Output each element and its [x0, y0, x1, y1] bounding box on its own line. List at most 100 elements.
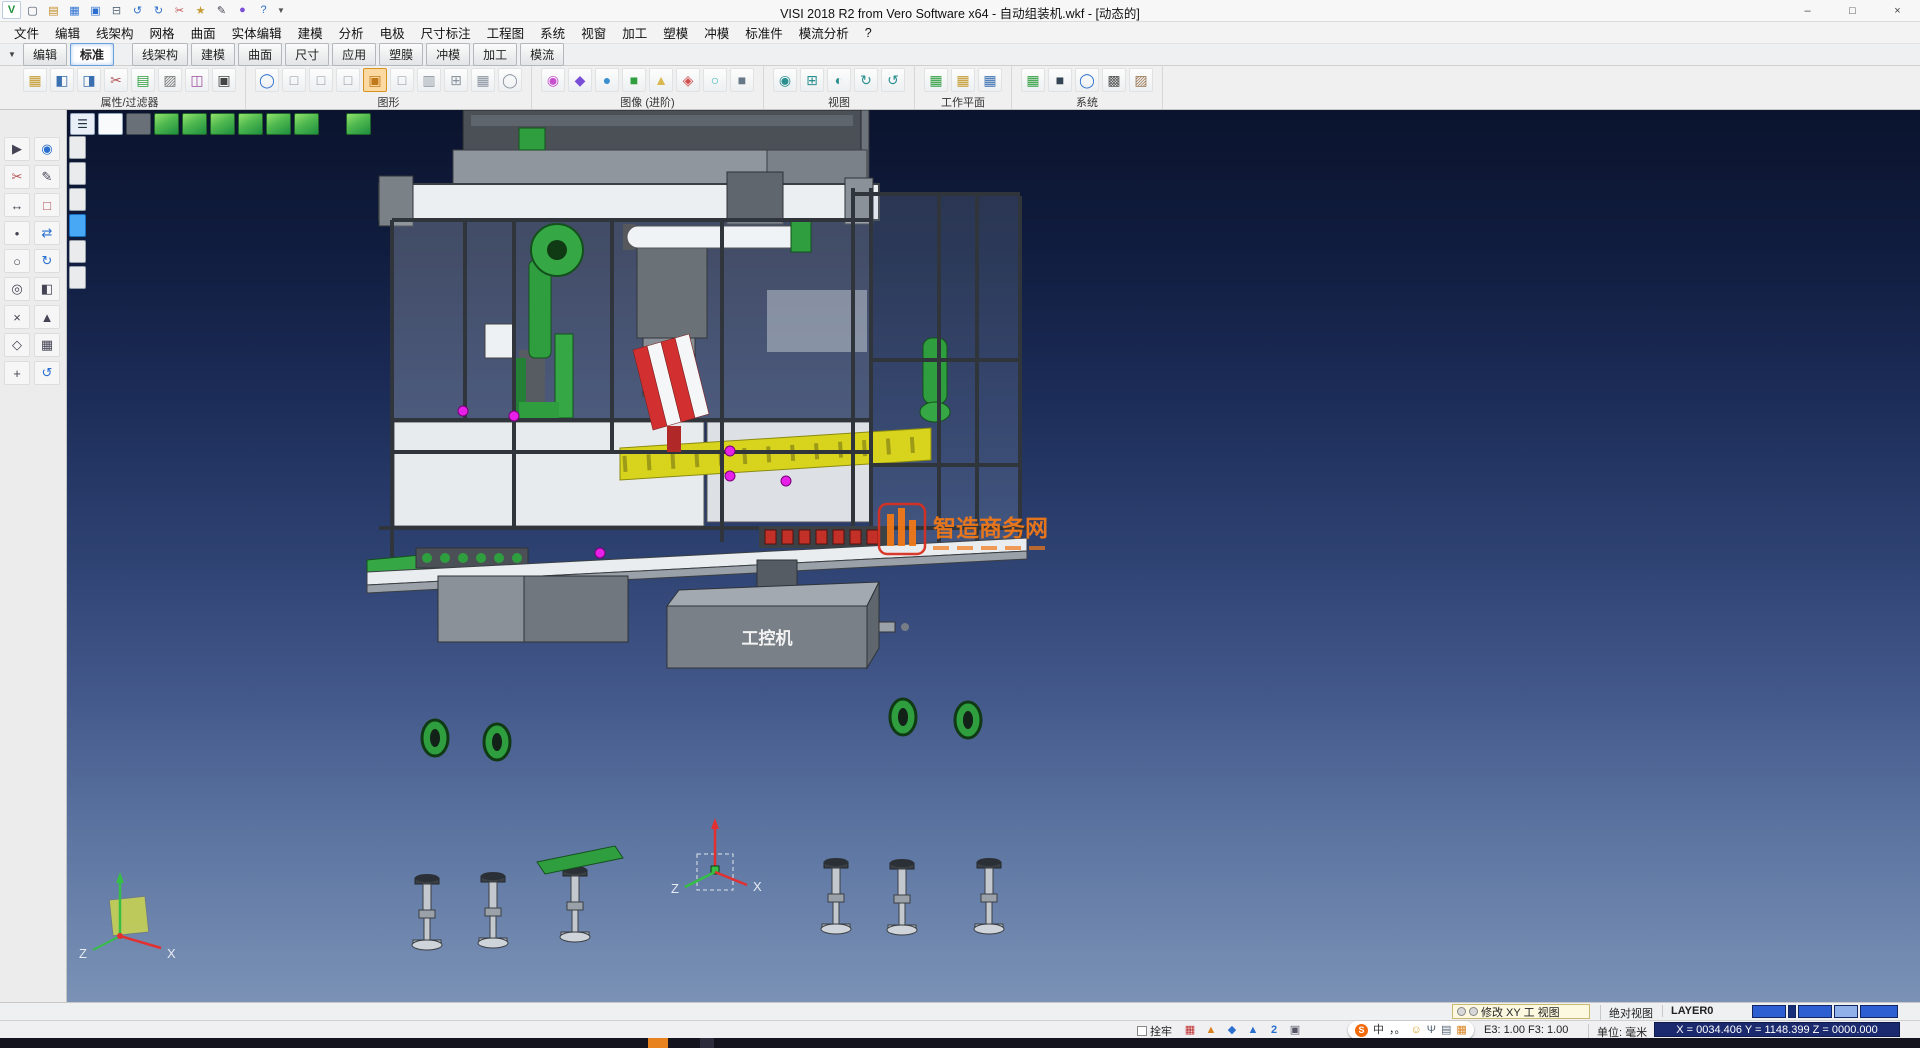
sogou-logo[interactable]: S — [1355, 1024, 1368, 1037]
move-icon[interactable]: ⇄ — [34, 221, 60, 245]
left-view-icon[interactable] — [238, 113, 263, 135]
workplane-xy-icon[interactable]: ▦ — [924, 68, 948, 92]
edge-tool-3[interactable] — [69, 214, 86, 237]
erase-icon[interactable]: □ — [34, 193, 60, 217]
shaded-box-icon[interactable] — [126, 113, 151, 135]
snap-center-icon[interactable]: ◎ — [4, 277, 30, 301]
restore-button[interactable]: □ — [1830, 0, 1875, 22]
tab-left-1[interactable]: 标准 — [70, 43, 114, 66]
menu-item-12[interactable]: 视窗 — [573, 20, 614, 45]
visibility-icon[interactable]: ▨ — [158, 68, 182, 92]
shaded-icon[interactable]: □ — [336, 68, 360, 92]
photo-render-icon[interactable]: ■ — [730, 68, 754, 92]
menu-item-4[interactable]: 曲面 — [183, 20, 224, 45]
filter-face-icon[interactable]: ◨ — [77, 68, 101, 92]
zoom-all-icon[interactable]: ◉ — [773, 68, 797, 92]
zoom-window-icon[interactable]: ◉ — [34, 137, 60, 161]
layer-name-label[interactable]: LAYER0 — [1662, 1005, 1713, 1017]
filter-wire-icon[interactable]: ◧ — [50, 68, 74, 92]
previous-view-icon[interactable]: ↺ — [881, 68, 905, 92]
help-icon[interactable]: ? — [254, 1, 273, 19]
ribbon-tab-4[interactable]: 应用 — [332, 43, 376, 66]
cad-model-canvas[interactable]: 工控机 智造商务网 — [67, 110, 1920, 1002]
open-file-icon[interactable]: ▤ — [44, 1, 63, 19]
menu-item-2[interactable]: 线架构 — [88, 20, 142, 45]
shadows-icon[interactable]: ■ — [622, 68, 646, 92]
menu-item-5[interactable]: 实体编辑 — [224, 20, 290, 45]
trim-entity-icon[interactable]: ✂ — [104, 68, 128, 92]
menu-item-6[interactable]: 建模 — [290, 20, 331, 45]
viewport-3d[interactable]: 工控机 智造商务网 — [67, 110, 1920, 1002]
record-icon[interactable]: ▦ — [1182, 1022, 1198, 1037]
transparency-icon[interactable]: ○ — [703, 68, 727, 92]
menu-item-8[interactable]: 电极 — [372, 20, 413, 45]
visi-logo[interactable]: V — [2, 1, 21, 19]
workplane-auto-icon[interactable]: ▦ — [951, 68, 975, 92]
favorites-icon[interactable]: ★ — [191, 1, 210, 19]
workplane-hint[interactable]: 修改 XY 工 视图 — [1452, 1004, 1590, 1019]
undo-icon[interactable]: ↺ — [128, 1, 147, 19]
save-all-icon[interactable]: ▣ — [86, 1, 105, 19]
new-file-icon[interactable]: ▢ — [23, 1, 42, 19]
menu-item-3[interactable]: 网格 — [142, 20, 183, 45]
attributes-icon[interactable]: ▦ — [23, 68, 47, 92]
menu-item-10[interactable]: 工程图 — [479, 20, 533, 45]
array-icon[interactable]: ▦ — [34, 333, 60, 357]
minimize-button[interactable]: – — [1785, 0, 1830, 22]
snap-settings-icon[interactable]: ▣ — [1287, 1022, 1303, 1037]
ime-smiley-icon[interactable]: ☺ — [1411, 1025, 1422, 1036]
ime-keyboard-icon[interactable]: ▤ — [1441, 1025, 1451, 1036]
ribbon-tab-0[interactable]: 线架构 — [132, 43, 188, 66]
menu-item-11[interactable]: 系统 — [532, 20, 573, 45]
edge-tool-0[interactable] — [69, 136, 86, 159]
redraw-icon[interactable]: ◯ — [498, 68, 522, 92]
zoom-window-icon[interactable]: ⊞ — [800, 68, 824, 92]
grid-icon[interactable]: ▦ — [1021, 68, 1045, 92]
edge-tool-4[interactable] — [69, 240, 86, 263]
globe-icon[interactable]: ◯ — [1075, 68, 1099, 92]
menu-item-17[interactable]: 模流分析 — [791, 20, 857, 45]
ribbon-tab-8[interactable]: 模流 — [520, 43, 564, 66]
wireframe-icon[interactable]: □ — [282, 68, 306, 92]
ipc-box[interactable]: 工控机 — [667, 582, 909, 668]
menu-item-13[interactable]: 加工 — [614, 20, 655, 45]
view-mode-label[interactable]: 绝对视图 — [1600, 1005, 1653, 1021]
menu-item-14[interactable]: 塑模 — [655, 20, 696, 45]
refresh-view-icon[interactable]: ◯ — [255, 68, 279, 92]
snap-intersect-icon[interactable]: × — [4, 305, 30, 329]
snap-end-icon[interactable]: • — [4, 221, 30, 245]
ime-toolbox-icon[interactable]: ▦ — [1456, 1025, 1466, 1036]
menu-item-1[interactable]: 编辑 — [47, 20, 88, 45]
viewport-layout-icon[interactable]: ☰ — [70, 113, 95, 135]
background-icon[interactable]: ▲ — [649, 68, 673, 92]
snap-grid-icon[interactable]: + — [4, 361, 30, 385]
hidden-line-icon[interactable]: □ — [309, 68, 333, 92]
top-view-icon[interactable] — [210, 113, 235, 135]
right-view-icon[interactable] — [266, 113, 291, 135]
menu-item-9[interactable]: 尺寸标注 — [413, 20, 479, 45]
snap-quadrant-icon[interactable]: ◇ — [4, 333, 30, 357]
ribbon-tab-3[interactable]: 尺寸 — [285, 43, 329, 66]
ribbon-tab-7[interactable]: 加工 — [473, 43, 517, 66]
lock-toggle[interactable]: 拴牢 — [1137, 1023, 1172, 1039]
mirror-icon[interactable]: ◧ — [34, 277, 60, 301]
layer-manager-icon[interactable]: ▤ — [131, 68, 155, 92]
tab-left-0[interactable]: 编辑 — [23, 43, 67, 66]
ime-bar[interactable]: S中，。☺Ψ▤▦ — [1348, 1021, 1474, 1039]
front-view-icon[interactable] — [182, 113, 207, 135]
menu-item-18[interactable]: ? — [857, 23, 880, 43]
ime-punct[interactable]: ，。 — [1389, 1025, 1406, 1036]
ribbon-tab-1[interactable]: 建模 — [191, 43, 235, 66]
delete-icon[interactable]: ✂ — [170, 1, 189, 19]
shaded-edges-icon[interactable]: ▣ — [363, 68, 387, 92]
ribbon-tab-6[interactable]: 冲模 — [426, 43, 470, 66]
print-icon[interactable]: ⊟ — [107, 1, 126, 19]
flame-icon[interactable]: ▲ — [1203, 1022, 1219, 1037]
scale-icon[interactable]: ▲ — [34, 305, 60, 329]
menu-item-7[interactable]: 分析 — [331, 20, 372, 45]
ime-mic-icon[interactable]: Ψ — [1427, 1025, 1436, 1036]
rotate-icon[interactable]: ↻ — [34, 249, 60, 273]
pin-icon[interactable]: ◆ — [1224, 1022, 1240, 1037]
pattern-icon[interactable]: ▩ — [1102, 68, 1126, 92]
iso-view-icon[interactable] — [154, 113, 179, 135]
